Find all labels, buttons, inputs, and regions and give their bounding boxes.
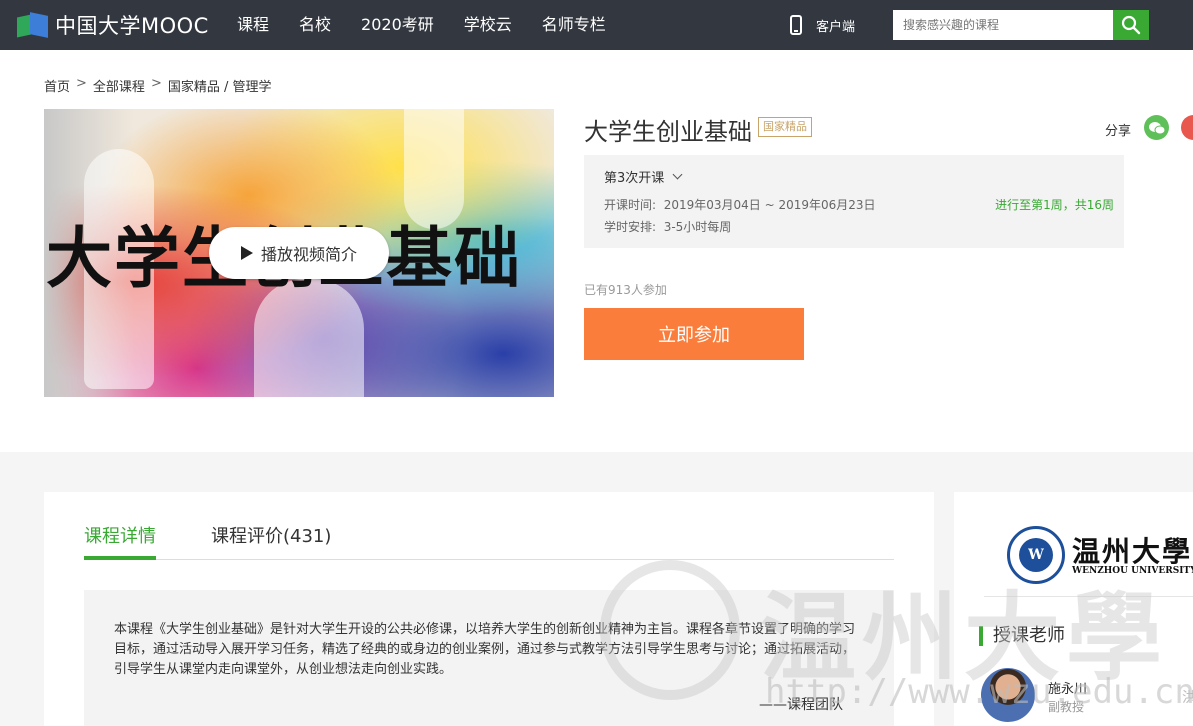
schedule-value: 3-5小时每周 — [663, 220, 732, 234]
logo-icon — [17, 12, 51, 38]
term-selector[interactable]: 第3次开课 — [604, 167, 683, 186]
course-progress-text: 进行至第1周，共16周 — [995, 198, 1114, 212]
share-label: 分享 — [1105, 124, 1132, 139]
logo-text: 中国大学MOOC — [55, 14, 209, 38]
nav-item-schools[interactable]: 名校 — [299, 0, 331, 50]
university-name-en: WENZHOU UNIVERSITY — [1072, 566, 1193, 576]
nav-item-school-cloud[interactable]: 学校云 — [464, 0, 512, 50]
chevron-down-icon — [672, 169, 683, 180]
phone-icon — [790, 15, 802, 35]
course-title: 大学生创业基础 — [584, 118, 752, 146]
breadcrumb: 首页 > 全部课程 > 国家精品 / 管理学 — [44, 76, 272, 95]
search-input[interactable] — [893, 10, 1113, 40]
breadcrumb-category[interactable]: 国家精品 / 管理学 — [168, 76, 272, 95]
teacher-title: 副教授 — [1048, 700, 1085, 714]
national-quality-badge: 国家精品 — [758, 117, 812, 137]
course-cover-video[interactable]: 大学生创业基础 播放视频简介 — [44, 109, 554, 397]
course-team-signature: ——课程团队 — [759, 697, 843, 713]
start-time-label: 开课时间: — [604, 198, 657, 212]
term-label: 第3次开课 — [604, 171, 665, 186]
search-icon — [1121, 15, 1141, 35]
client-label: 客户端 — [816, 19, 856, 35]
university-logo-icon[interactable]: W — [1007, 526, 1065, 584]
play-intro-video-button[interactable]: 播放视频简介 — [209, 227, 389, 279]
course-description-box: 本课程《大学生创业基础》是针对大学生开设的公共必修课，以培养大学生的创新创业精神… — [84, 590, 894, 726]
main-nav: 课程 名校 2020考研 学校云 名师专栏 — [237, 0, 636, 50]
nav-item-teacher-column[interactable]: 名师专栏 — [542, 0, 606, 50]
detail-tabs: 课程详情 课程评价(431) — [84, 522, 894, 560]
wechat-share-icon[interactable] — [1144, 115, 1169, 140]
start-time-row: 开课时间: 2019年03月04日 ~ 2019年06月23日 — [604, 196, 876, 213]
teachers-heading: 授课老师 — [979, 626, 1065, 646]
site-logo[interactable]: 中国大学MOOC — [17, 11, 209, 39]
weibo-share-icon[interactable] — [1181, 115, 1193, 140]
breadcrumb-all-courses[interactable]: 全部课程 — [93, 76, 145, 95]
university-name[interactable]: 温州大學 — [1072, 530, 1192, 570]
nav-item-kaoyan[interactable]: 2020考研 — [361, 0, 434, 50]
nav-item-courses[interactable]: 课程 — [237, 0, 269, 50]
enrolled-count: 已有913人参加 — [584, 283, 667, 297]
tab-course-details[interactable]: 课程详情 — [84, 522, 156, 560]
next-teacher-partial: 洪 — [1182, 690, 1193, 706]
course-description-text: 本课程《大学生创业基础》是针对大学生开设的公共必修课，以培养大学生的创新创业精神… — [114, 622, 856, 677]
schedule-row: 学时安排: 3-5小时每周 — [604, 218, 731, 235]
schedule-label: 学时安排: — [604, 220, 657, 234]
teacher-avatar[interactable] — [981, 668, 1035, 722]
play-icon — [240, 246, 253, 260]
start-time-value: 2019年03月04日 ~ 2019年06月23日 — [663, 198, 876, 212]
teacher-name[interactable]: 施永川 — [1048, 678, 1087, 697]
client-download-link[interactable]: 客户端 — [790, 0, 855, 50]
term-info-box: 第3次开课 开课时间: 2019年03月04日 ~ 2019年06月23日 学时… — [584, 155, 1124, 248]
tab-course-reviews[interactable]: 课程评价(431) — [211, 522, 331, 560]
play-label: 播放视频简介 — [260, 245, 357, 264]
divider — [984, 596, 1193, 597]
breadcrumb-separator: > — [76, 76, 87, 91]
breadcrumb-home[interactable]: 首页 — [44, 76, 70, 95]
breadcrumb-separator: > — [150, 76, 162, 91]
course-detail-card: 课程详情 课程评价(431) 本课程《大学生创业基础》是针对大学生开设的公共必修… — [44, 492, 934, 726]
university-side-card: W 温州大學 WENZHOU UNIVERSITY 授课老师 施永川 副教授 洪 — [954, 492, 1193, 726]
search-button[interactable] — [1113, 10, 1149, 40]
join-course-button[interactable]: 立即参加 — [584, 308, 804, 360]
